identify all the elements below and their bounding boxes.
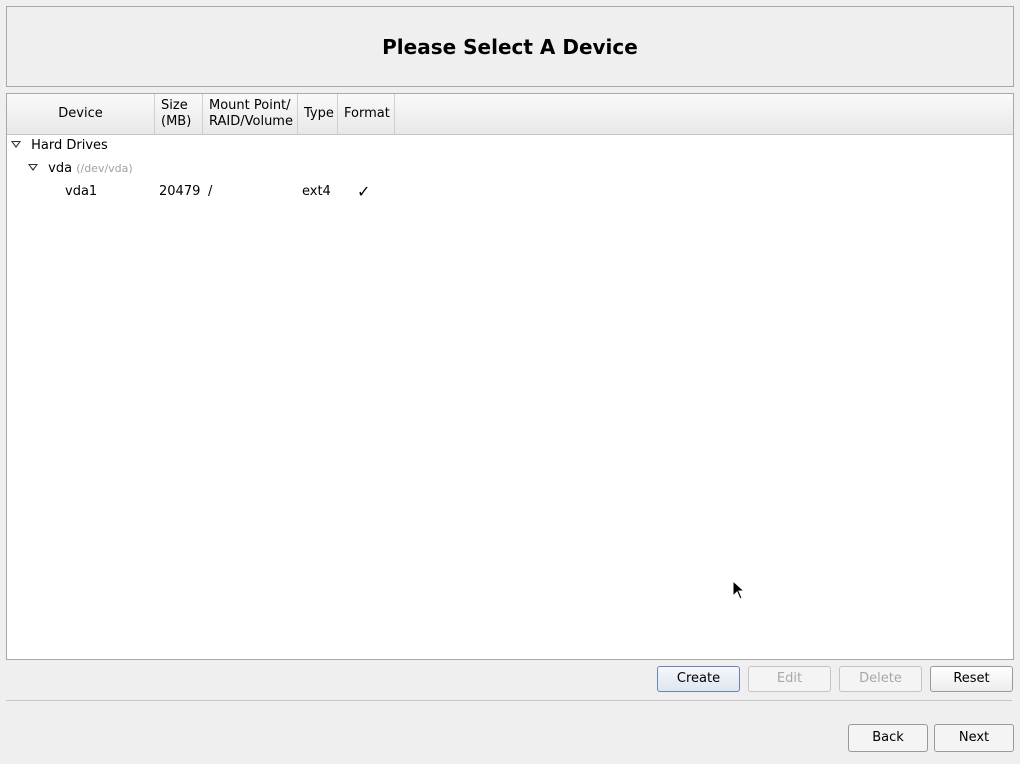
expander-icon[interactable]	[11, 141, 21, 148]
cell-type: ext4	[302, 184, 331, 199]
cell-size: 20479	[159, 184, 201, 199]
column-mount[interactable]: Mount Point/RAID/Volume	[203, 94, 298, 134]
expander-icon[interactable]	[28, 164, 38, 171]
cell-device: vda1	[65, 184, 98, 199]
divider	[6, 700, 1012, 701]
device-tree[interactable]: Device Size (MB) Mount Point/RAID/Volume …	[6, 93, 1014, 660]
page-title: Please Select A Device	[382, 34, 638, 59]
column-device-label: Device	[58, 106, 103, 121]
group-label: Hard Drives	[31, 138, 108, 153]
column-format[interactable]: Format	[338, 94, 395, 134]
column-mount-label: Mount Point/RAID/Volume	[209, 98, 293, 129]
mouse-cursor-icon	[732, 580, 746, 600]
column-size[interactable]: Size (MB)	[155, 94, 203, 134]
next-button[interactable]: Next	[934, 724, 1014, 752]
reset-button[interactable]: Reset	[930, 666, 1013, 692]
header-panel: Please Select A Device	[6, 6, 1014, 87]
column-type[interactable]: Type	[298, 94, 338, 134]
column-type-label: Type	[304, 106, 334, 121]
column-device[interactable]: Device	[7, 94, 155, 134]
back-button[interactable]: Back	[848, 724, 928, 752]
edit-button[interactable]: Edit	[748, 666, 831, 692]
column-format-label: Format	[344, 106, 390, 121]
delete-button[interactable]: Delete	[839, 666, 922, 692]
create-button[interactable]: Create	[657, 666, 740, 692]
tree-row-hard-drives[interactable]: Hard Drives	[11, 135, 108, 157]
table-header: Device Size (MB) Mount Point/RAID/Volume …	[7, 94, 1013, 135]
column-size-label: Size (MB)	[161, 98, 192, 129]
format-check-icon: ✓	[357, 182, 371, 201]
disk-name: vda	[48, 161, 73, 176]
cell-mount: /	[208, 184, 213, 199]
disk-path: (/dev/vda)	[76, 162, 133, 175]
tree-row-disk[interactable]: vda (/dev/vda)	[28, 158, 133, 180]
table-row[interactable]: vda1 20479 / ext4 ✓	[7, 181, 1013, 203]
